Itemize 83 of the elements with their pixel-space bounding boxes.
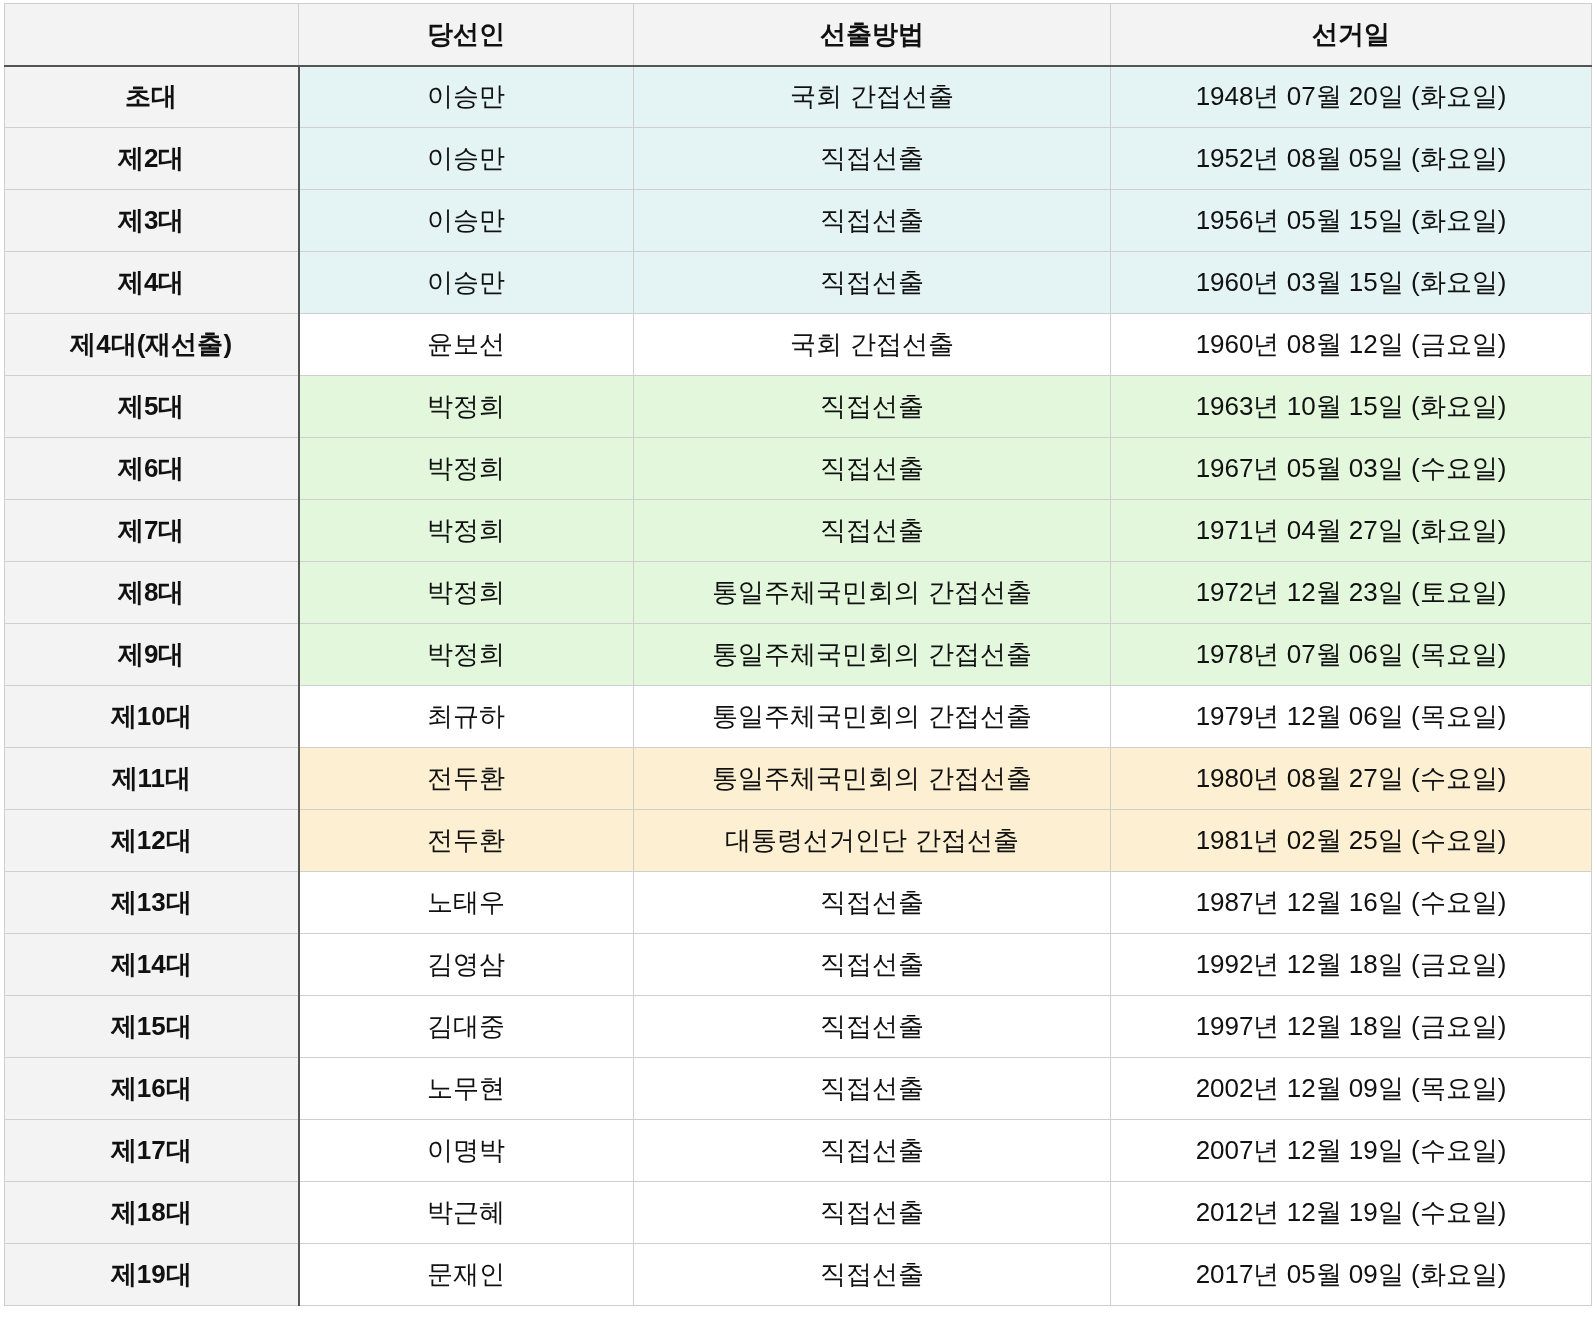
method-cell: 직접선출 [633, 1057, 1111, 1120]
term-cell: 제19대 [4, 1243, 299, 1306]
term-cell: 초대 [4, 65, 299, 128]
method-cell: 대통령선거인단 간접선출 [633, 809, 1111, 872]
date-cell: 1948년 07월 20일 (화요일) [1110, 65, 1592, 128]
winner-cell: 노태우 [298, 871, 634, 934]
method-cell: 직접선출 [633, 933, 1111, 996]
date-cell: 1971년 04월 27일 (화요일) [1110, 499, 1592, 562]
term-cell: 제14대 [4, 933, 299, 996]
method-cell: 직접선출 [633, 127, 1111, 190]
winner-cell: 문재인 [298, 1243, 634, 1306]
date-cell: 1960년 08월 12일 (금요일) [1110, 313, 1592, 376]
term-cell: 제11대 [4, 747, 299, 810]
winner-cell: 이명박 [298, 1119, 634, 1182]
date-cell: 1992년 12월 18일 (금요일) [1110, 933, 1592, 996]
method-cell: 국회 간접선출 [633, 65, 1111, 128]
method-cell: 직접선출 [633, 499, 1111, 562]
date-cell: 1979년 12월 06일 (목요일) [1110, 685, 1592, 748]
term-cell: 제4대 [4, 251, 299, 314]
term-cell: 제9대 [4, 623, 299, 686]
term-cell: 제17대 [4, 1119, 299, 1182]
method-cell: 통일주체국민회의 간접선출 [633, 561, 1111, 624]
date-cell: 1981년 02월 25일 (수요일) [1110, 809, 1592, 872]
winner-cell: 이승만 [298, 127, 634, 190]
method-cell: 직접선출 [633, 1243, 1111, 1306]
date-cell: 2017년 05월 09일 (화요일) [1110, 1243, 1592, 1306]
method-cell: 직접선출 [633, 437, 1111, 500]
winner-cell: 박정희 [298, 437, 634, 500]
term-cell: 제10대 [4, 685, 299, 748]
date-cell: 1956년 05월 15일 (화요일) [1110, 189, 1592, 252]
winner-cell: 최규하 [298, 685, 634, 748]
method-cell: 직접선출 [633, 375, 1111, 438]
winner-cell: 박정희 [298, 561, 634, 624]
column-header: 선거일 [1110, 3, 1592, 66]
term-cell: 제18대 [4, 1181, 299, 1244]
method-cell: 통일주체국민회의 간접선출 [633, 685, 1111, 748]
term-cell: 제16대 [4, 1057, 299, 1120]
date-cell: 2012년 12월 19일 (수요일) [1110, 1181, 1592, 1244]
winner-cell: 이승만 [298, 251, 634, 314]
term-cell: 제6대 [4, 437, 299, 500]
term-cell: 제7대 [4, 499, 299, 562]
date-cell: 2002년 12월 09일 (목요일) [1110, 1057, 1592, 1120]
date-cell: 1972년 12월 23일 (토요일) [1110, 561, 1592, 624]
date-cell: 1967년 05월 03일 (수요일) [1110, 437, 1592, 500]
date-cell: 1963년 10월 15일 (화요일) [1110, 375, 1592, 438]
method-cell: 직접선출 [633, 251, 1111, 314]
date-cell: 1952년 08월 05일 (화요일) [1110, 127, 1592, 190]
term-cell: 제12대 [4, 809, 299, 872]
winner-cell: 이승만 [298, 189, 634, 252]
winner-cell: 전두환 [298, 809, 634, 872]
term-cell: 제3대 [4, 189, 299, 252]
winner-cell: 김영삼 [298, 933, 634, 996]
date-cell: 1960년 03월 15일 (화요일) [1110, 251, 1592, 314]
date-cell: 1978년 07월 06일 (목요일) [1110, 623, 1592, 686]
method-cell: 직접선출 [633, 189, 1111, 252]
winner-cell: 박정희 [298, 623, 634, 686]
date-cell: 1987년 12월 16일 (수요일) [1110, 871, 1592, 934]
term-cell: 제5대 [4, 375, 299, 438]
date-cell: 1997년 12월 18일 (금요일) [1110, 995, 1592, 1058]
term-cell: 제8대 [4, 561, 299, 624]
winner-cell: 이승만 [298, 65, 634, 128]
winner-cell: 박정희 [298, 499, 634, 562]
column-header: 선출방법 [633, 3, 1111, 66]
winner-cell: 박근혜 [298, 1181, 634, 1244]
winner-cell: 박정희 [298, 375, 634, 438]
method-cell: 직접선출 [633, 1181, 1111, 1244]
date-cell: 1980년 08월 27일 (수요일) [1110, 747, 1592, 810]
winner-cell: 전두환 [298, 747, 634, 810]
term-cell: 제13대 [4, 871, 299, 934]
method-cell: 통일주체국민회의 간접선출 [633, 623, 1111, 686]
term-cell: 제4대(재선출) [4, 313, 299, 376]
winner-cell: 김대중 [298, 995, 634, 1058]
method-cell: 직접선출 [633, 871, 1111, 934]
method-cell: 직접선출 [633, 1119, 1111, 1182]
term-cell: 제15대 [4, 995, 299, 1058]
method-cell: 국회 간접선출 [633, 313, 1111, 376]
date-cell: 2007년 12월 19일 (수요일) [1110, 1119, 1592, 1182]
method-cell: 직접선출 [633, 995, 1111, 1058]
winner-cell: 노무현 [298, 1057, 634, 1120]
term-cell: 제2대 [4, 127, 299, 190]
method-cell: 통일주체국민회의 간접선출 [633, 747, 1111, 810]
winner-cell: 윤보선 [298, 313, 634, 376]
column-header: 당선인 [298, 3, 634, 66]
